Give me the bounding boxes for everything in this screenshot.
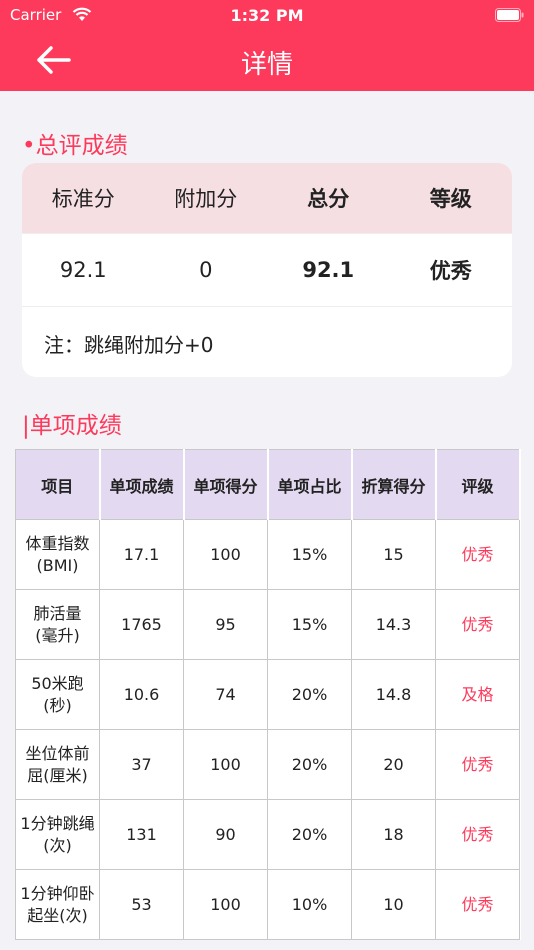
items-section-title: |单项成绩: [22, 413, 122, 439]
table-row: 1分钟跳绳 (次) 131 90 20% 18 优秀: [15, 799, 520, 870]
column-header-item: 项目: [15, 449, 101, 520]
battery-icon: [495, 8, 524, 22]
bonus-score-value: 0: [199, 258, 213, 282]
item-converted: 14.8: [351, 659, 436, 730]
item-name: 1分钟仰卧 起坐(次): [15, 869, 100, 940]
item-name: 体重指数 (BMI): [15, 519, 100, 590]
item-ratio: 15%: [267, 589, 352, 660]
summary-section-title: •总评成绩: [22, 133, 128, 159]
item-scores-table: 项目 单项成绩 单项得分 单项占比 折算得分 评级 体重指数 (BMI) 17.…: [15, 449, 521, 940]
item-ratio: 20%: [267, 659, 352, 730]
table-row: 肺活量 (毫升) 1765 95 15% 14.3 优秀: [15, 589, 520, 660]
grade-header: 等级: [429, 187, 472, 211]
nav-bar: 详情: [0, 30, 534, 91]
summary-header-row: 标准分 附加分 总分 等级: [22, 163, 512, 233]
total-score-value: 92.1: [302, 258, 355, 282]
item-converted: 18: [351, 799, 436, 870]
item-name: 50米跑 (秒): [15, 659, 100, 730]
table-row: 坐位体前 屈(厘米) 37 100 20% 20 优秀: [15, 729, 520, 800]
item-name: 肺活量 (毫升): [15, 589, 100, 660]
header: Carrier 1:32 PM 详情: [0, 0, 534, 91]
item-points: 90: [183, 799, 268, 870]
item-converted: 14.3: [351, 589, 436, 660]
item-rating: 优秀: [435, 589, 520, 660]
item-points: 100: [183, 869, 268, 940]
page-title: 详情: [240, 50, 293, 80]
grade-value: 优秀: [429, 259, 472, 283]
item-rating: 及格: [435, 659, 520, 730]
item-rating: 优秀: [435, 869, 520, 940]
item-converted: 20: [351, 729, 436, 800]
item-ratio: 20%: [267, 799, 352, 870]
table-row: 体重指数 (BMI) 17.1 100 15% 15 优秀: [15, 519, 520, 590]
item-points: 95: [183, 589, 268, 660]
item-score: 131: [99, 799, 184, 870]
table-header-row: 项目 单项成绩 单项得分 单项占比 折算得分 评级: [15, 449, 521, 520]
bonus-score-header: 附加分: [174, 187, 238, 211]
table-row: 1分钟仰卧 起坐(次) 53 100 10% 10 优秀: [15, 869, 520, 940]
column-header-converted: 折算得分: [351, 449, 437, 520]
standard-score-value: 92.1: [59, 258, 107, 282]
item-ratio: 15%: [267, 519, 352, 590]
standard-score-header: 标准分: [51, 187, 115, 211]
item-points: 74: [183, 659, 268, 730]
item-rating: 优秀: [435, 729, 520, 800]
item-rating: 优秀: [435, 799, 520, 870]
item-points: 100: [183, 519, 268, 590]
column-header-score: 单项成绩: [99, 449, 185, 520]
table-row: 50米跑 (秒) 10.6 74 20% 14.8 及格: [15, 659, 520, 730]
status-bar: Carrier 1:32 PM: [0, 0, 534, 30]
item-points: 100: [183, 729, 268, 800]
column-header-ratio: 单项占比: [267, 449, 353, 520]
bonus-note: 注：跳绳附加分+0: [44, 333, 214, 357]
column-header-rating: 评级: [435, 449, 521, 520]
item-score: 10.6: [99, 659, 184, 730]
total-score-header: 总分: [307, 187, 350, 211]
item-name: 1分钟跳绳 (次): [15, 799, 100, 870]
column-header-points: 单项得分: [183, 449, 269, 520]
item-rating: 优秀: [435, 519, 520, 590]
status-time: 1:32 PM: [230, 6, 304, 25]
item-name: 坐位体前 屈(厘米): [15, 729, 100, 800]
item-score: 37: [99, 729, 184, 800]
item-score: 17.1: [99, 519, 184, 590]
summary-value-row: 92.1 0 92.1 优秀: [22, 233, 512, 307]
summary-card: 标准分 附加分 总分 等级 92.1 0 92.1 优秀 注：跳绳附加分+0: [22, 163, 512, 377]
item-converted: 10: [351, 869, 436, 940]
item-score: 53: [99, 869, 184, 940]
item-ratio: 10%: [267, 869, 352, 940]
item-converted: 15: [351, 519, 436, 590]
item-ratio: 20%: [267, 729, 352, 800]
item-score: 1765: [99, 589, 184, 660]
